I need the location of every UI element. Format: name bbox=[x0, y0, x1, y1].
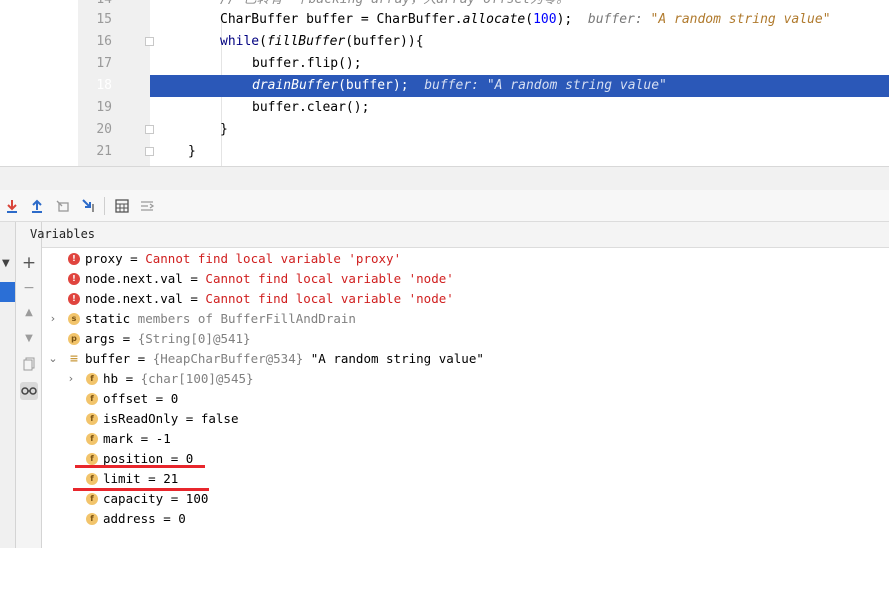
move-down-icon[interactable]: ▼ bbox=[20, 330, 38, 348]
expand-chevron-icon[interactable]: › bbox=[65, 369, 77, 389]
move-up-icon[interactable]: ▲ bbox=[20, 304, 38, 322]
fold-marker-icon[interactable] bbox=[145, 147, 154, 156]
line-number: 19 bbox=[96, 100, 112, 115]
toolbar-separator bbox=[104, 197, 105, 215]
variable-text: buffer = {HeapCharBuffer@534} "A random … bbox=[85, 351, 484, 366]
error-icon: ! bbox=[68, 273, 80, 285]
variable-text: proxy = Cannot find local variable 'prox… bbox=[85, 251, 402, 266]
variable-row[interactable]: › f hb = {char[100]@545} bbox=[42, 369, 889, 389]
variables-tree[interactable]: ! proxy = Cannot find local variable 'pr… bbox=[42, 248, 889, 548]
frames-strip: ▼ bbox=[0, 222, 16, 548]
variable-row[interactable]: f offset = 0 bbox=[42, 389, 889, 409]
variable-text: offset = 0 bbox=[103, 391, 179, 406]
add-watch-icon[interactable]: + bbox=[20, 254, 38, 272]
variable-row[interactable]: ! node.next.val = Cannot find local vari… bbox=[42, 269, 889, 289]
variable-row[interactable]: ! proxy = Cannot find local variable 'pr… bbox=[42, 249, 889, 269]
variable-row[interactable]: f limit = 21 bbox=[42, 469, 889, 489]
variables-header: Variables bbox=[30, 222, 889, 248]
annotation-underline bbox=[73, 488, 209, 491]
variables-actions: + − ▲ ▼ bbox=[16, 222, 42, 548]
collapse-chevron-icon[interactable]: ⌄ bbox=[47, 349, 59, 369]
inline-value-hint: buffer: bbox=[424, 78, 479, 93]
line-number: 20 bbox=[96, 122, 112, 137]
inline-value: "A random string value" bbox=[486, 78, 667, 93]
code-text: } bbox=[188, 144, 196, 159]
field-icon: f bbox=[86, 413, 98, 425]
field-icon: f bbox=[86, 393, 98, 405]
evaluate-expression-icon[interactable] bbox=[114, 198, 130, 214]
variable-row[interactable]: f address = 0 bbox=[42, 509, 889, 529]
panel-splitter[interactable] bbox=[0, 166, 889, 190]
field-icon: f bbox=[86, 433, 98, 445]
line-number: 16 bbox=[96, 34, 112, 49]
variable-text: node.next.val = Cannot find local variab… bbox=[85, 291, 454, 306]
code-line[interactable]: 19 buffer.clear(); bbox=[0, 97, 889, 119]
variable-text: hb = {char[100]@545} bbox=[103, 371, 254, 386]
line-number: 15 bbox=[96, 12, 112, 27]
code-editor[interactable]: 14 // 已转有一个backing array，大array offset为零… bbox=[0, 0, 889, 166]
step-into-icon[interactable] bbox=[4, 198, 20, 214]
filter-icon[interactable]: ▼ bbox=[2, 258, 10, 269]
glasses-icon[interactable] bbox=[20, 382, 38, 400]
code-text: drainBuffer(buffer); buffer: "A random s… bbox=[252, 78, 667, 93]
code-text: while(fillBuffer(buffer)){ bbox=[220, 34, 424, 49]
variable-text: args = {String[0]@541} bbox=[85, 331, 251, 346]
fold-marker-icon[interactable] bbox=[145, 125, 154, 134]
code-text: buffer.clear(); bbox=[252, 100, 370, 115]
variable-row[interactable]: f capacity = 100 bbox=[42, 489, 889, 509]
variable-row[interactable]: f isReadOnly = false bbox=[42, 409, 889, 429]
error-icon: ! bbox=[68, 293, 80, 305]
parameter-icon: p bbox=[68, 333, 80, 345]
copy-icon[interactable] bbox=[20, 355, 38, 373]
expand-chevron-icon[interactable]: › bbox=[47, 309, 59, 329]
annotation-underline bbox=[75, 465, 205, 468]
line-number: 21 bbox=[96, 144, 112, 159]
variable-row[interactable]: ⌄ ≡ buffer = {HeapCharBuffer@534} "A ran… bbox=[42, 349, 889, 369]
variable-row[interactable]: f mark = -1 bbox=[42, 429, 889, 449]
code-text: CharBuffer buffer = CharBuffer.allocate(… bbox=[220, 12, 831, 27]
field-icon: f bbox=[86, 473, 98, 485]
inline-value-hint: buffer: bbox=[587, 12, 643, 27]
variable-text: isReadOnly = false bbox=[103, 411, 239, 426]
code-line[interactable]: 21 } bbox=[0, 141, 889, 163]
line-number: 18 bbox=[96, 78, 112, 93]
field-icon: f bbox=[86, 373, 98, 385]
code-text: buffer.flip(); bbox=[252, 56, 362, 71]
code-line[interactable]: 17 buffer.flip(); bbox=[0, 53, 889, 75]
variable-row[interactable]: › s static members of BufferFillAndDrain bbox=[42, 309, 889, 329]
selected-frame-marker[interactable] bbox=[0, 282, 15, 302]
line-number: 17 bbox=[96, 56, 112, 71]
variable-text: address = 0 bbox=[103, 511, 186, 526]
variable-text: node.next.val = Cannot find local variab… bbox=[85, 271, 454, 286]
code-line[interactable]: 16 while(fillBuffer(buffer)){ bbox=[0, 31, 889, 53]
field-icon: f bbox=[86, 493, 98, 505]
debug-toolbar bbox=[0, 190, 889, 222]
variable-row[interactable]: ! node.next.val = Cannot find local vari… bbox=[42, 289, 889, 309]
field-icon: f bbox=[86, 513, 98, 525]
remove-icon[interactable]: − bbox=[20, 279, 38, 297]
code-line[interactable]: 20 } bbox=[0, 119, 889, 141]
variable-text: capacity = 100 bbox=[103, 491, 209, 506]
field-icon: f bbox=[86, 453, 98, 465]
variable-text: mark = -1 bbox=[103, 431, 171, 446]
variable-text: limit = 21 bbox=[103, 471, 179, 486]
inline-value: "A random string value" bbox=[650, 12, 831, 27]
local-variable-icon: ≡ bbox=[69, 352, 79, 365]
drop-frame-icon[interactable] bbox=[55, 198, 71, 214]
run-to-cursor-icon[interactable] bbox=[81, 198, 97, 214]
current-execution-line[interactable]: 18 drainBuffer(buffer); buffer: "A rando… bbox=[0, 75, 889, 97]
variable-row[interactable]: p args = {String[0]@541} bbox=[42, 329, 889, 349]
variables-title: Variables bbox=[30, 227, 96, 241]
code-text: } bbox=[220, 122, 228, 137]
step-out-icon[interactable] bbox=[29, 198, 45, 214]
error-icon: ! bbox=[68, 253, 80, 265]
variable-text: static members of BufferFillAndDrain bbox=[85, 311, 356, 326]
fold-marker-icon[interactable] bbox=[145, 37, 154, 46]
code-line[interactable]: 15 CharBuffer buffer = CharBuffer.alloca… bbox=[0, 9, 889, 31]
static-icon: s bbox=[68, 313, 80, 325]
trace-icon[interactable] bbox=[139, 198, 155, 214]
